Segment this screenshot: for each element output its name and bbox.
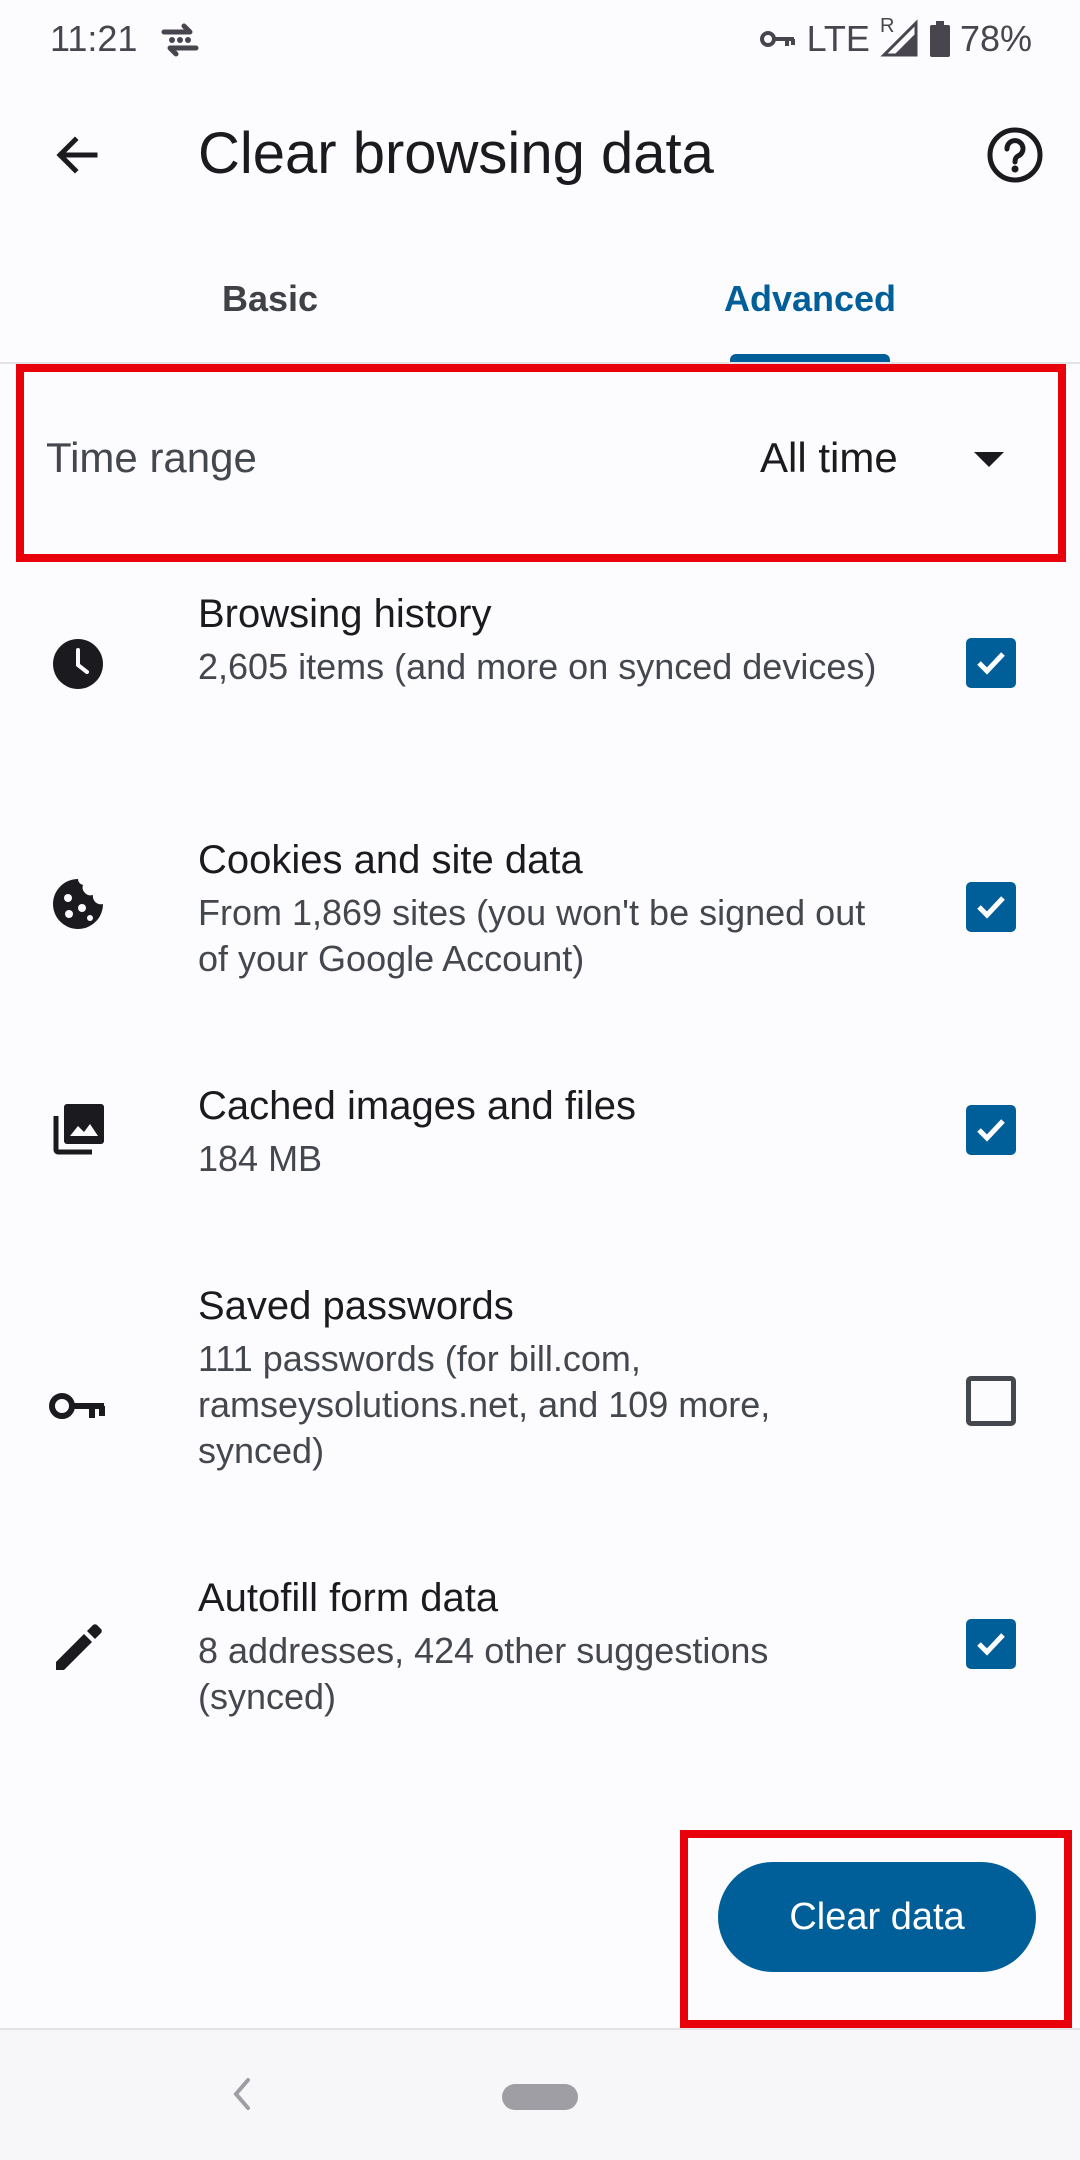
back-button[interactable]: [44, 122, 110, 188]
cookies-checkbox[interactable]: [966, 882, 1016, 932]
browsing-history-checkbox[interactable]: [966, 638, 1016, 688]
battery-icon: [929, 21, 950, 57]
help-button[interactable]: [980, 120, 1050, 190]
battery-level: 78%: [959, 18, 1032, 59]
autofill-checkbox[interactable]: [966, 1619, 1016, 1669]
time-range-value: All time: [760, 434, 898, 481]
status-time: 11:21: [50, 18, 138, 59]
images-icon: [48, 1100, 108, 1160]
pencil-icon: [48, 1618, 108, 1678]
time-range-dropdown[interactable]: Time range All time: [16, 366, 1064, 560]
page-title: Clear browsing data: [198, 121, 714, 186]
tab-basic[interactable]: Basic: [0, 240, 540, 362]
checkmark-icon: [977, 652, 1005, 675]
system-nav-bar: [0, 2030, 1080, 2160]
network-type: LTE: [806, 18, 870, 59]
cached-images-checkbox[interactable]: [966, 1105, 1016, 1155]
status-indicators: LTE R 78%: [759, 15, 1032, 60]
key-icon: [48, 1376, 108, 1436]
checkmark-icon: [977, 1633, 1005, 1656]
tab-advanced[interactable]: Advanced: [540, 240, 1080, 362]
tab-bar: Basic Advanced: [0, 240, 1080, 364]
status-bar: 11:21 LTE R 78%: [0, 0, 1080, 80]
option-subtitle: 2,605 items (and more on synced devices): [198, 646, 877, 687]
option-title: Saved passwords: [198, 1284, 514, 1328]
nav-home-pill[interactable]: [502, 2084, 578, 2110]
cookie-icon: [48, 874, 108, 934]
option-subtitle: 184 MB: [198, 1138, 323, 1179]
checkmark-icon: [977, 1119, 1005, 1142]
clock-icon: [48, 634, 108, 694]
option-subtitle: 8 addresses, 424 other suggestions (sync…: [198, 1630, 769, 1717]
option-title: Autofill form data: [198, 1576, 499, 1620]
checkmark-icon: [977, 896, 1005, 919]
chevron-left-icon: [233, 2078, 250, 2110]
option-subtitle: From 1,869 sites (you won't be signed ou…: [198, 892, 866, 979]
time-range-label: Time range: [46, 434, 257, 481]
saved-passwords-checkbox[interactable]: [966, 1376, 1016, 1426]
option-subtitle: 111 passwords (for bill.com, ramseysolut…: [198, 1338, 771, 1471]
arrow-back-icon: [56, 136, 98, 174]
tab-selected-indicator: [730, 354, 890, 362]
signal-icon: R: [880, 15, 920, 59]
option-title: Cookies and site data: [198, 838, 583, 882]
clear-data-button[interactable]: Clear data: [718, 1862, 1036, 1972]
sync-icon: [158, 22, 202, 58]
dropdown-arrow-icon: [974, 452, 1004, 467]
app-bar: Clear browsing data: [0, 80, 1080, 230]
option-title: Cached images and files: [198, 1084, 637, 1128]
option-title: Browsing history: [198, 592, 492, 636]
help-icon: [987, 127, 1043, 183]
nav-back-button[interactable]: [222, 2074, 262, 2114]
vpn-key-icon: [759, 27, 797, 51]
